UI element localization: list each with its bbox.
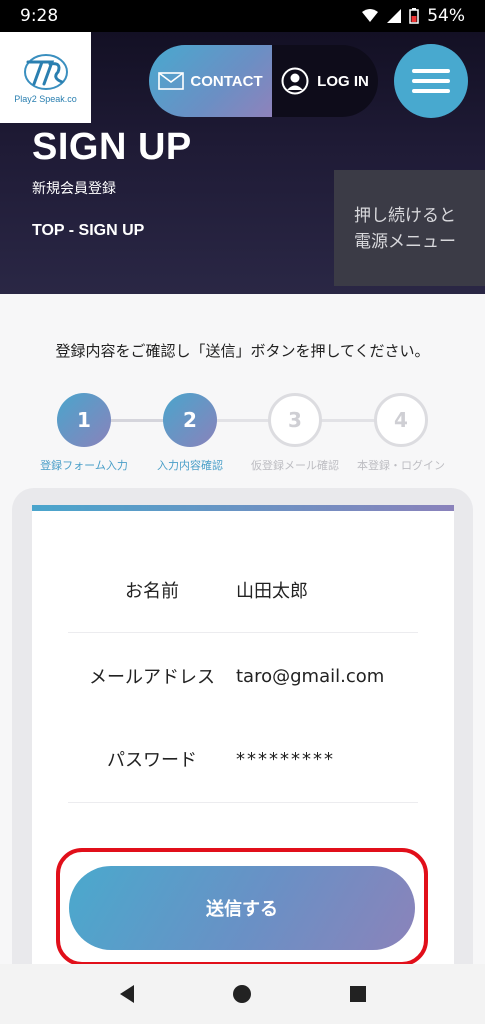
battery-icon	[409, 8, 419, 24]
step-2-label: 入力内容確認	[157, 459, 223, 472]
system-toast: 押し続けると 電源メニュー	[334, 170, 485, 286]
login-label: LOG IN	[317, 72, 369, 90]
mail-icon	[158, 72, 185, 90]
logo-caption: Play2 Speak.co	[14, 93, 77, 104]
row-divider	[68, 632, 418, 633]
card-accent-bar	[32, 505, 454, 511]
step-4: 4	[374, 393, 428, 447]
name-label: お名前	[125, 581, 179, 602]
status-bar: 9:28 54%	[0, 0, 485, 32]
name-row: お名前 山田太郎	[68, 577, 418, 603]
contact-label: CONTACT	[190, 72, 263, 90]
name-value: 山田太郎	[236, 581, 308, 602]
status-time: 9:28	[20, 6, 59, 26]
step-1: 1	[57, 393, 111, 447]
user-icon	[281, 67, 309, 95]
wifi-icon	[362, 9, 379, 22]
step-3-label: 仮登録メール確認	[251, 459, 339, 472]
email-row: メールアドレス taro@gmail.com	[68, 663, 418, 689]
toast-line-2: 電源メニュー	[354, 232, 456, 252]
recents-icon[interactable]	[349, 985, 367, 1003]
menu-button[interactable]	[394, 44, 468, 118]
hamburger-line	[412, 89, 450, 93]
login-button[interactable]: LOG IN	[272, 45, 378, 117]
row-divider	[68, 802, 418, 803]
toast-line-1: 押し続けると	[354, 206, 456, 226]
email-label: メールアドレス	[89, 667, 215, 688]
home-icon[interactable]	[232, 984, 252, 1004]
page-subtitle: 新規会員登録	[32, 181, 116, 197]
back-icon[interactable]	[118, 984, 136, 1004]
password-label: パスワード	[107, 750, 197, 771]
submit-button[interactable]: 送信する	[69, 866, 415, 950]
hamburger-line	[412, 79, 450, 83]
signal-icon	[387, 9, 402, 23]
breadcrumb[interactable]: TOP - SIGN UP	[32, 222, 144, 240]
password-value: *********	[236, 748, 335, 770]
step-4-label: 本登録・ログイン	[357, 459, 445, 472]
site-logo[interactable]: Play2 Speak.co	[0, 32, 91, 123]
system-nav-bar	[0, 964, 485, 1024]
password-row: パスワード *********	[68, 746, 418, 772]
page-title: SIGN UP	[32, 126, 192, 168]
contact-button[interactable]: CONTACT	[149, 45, 272, 117]
battery-level: 54%	[427, 6, 465, 26]
email-value: taro@gmail.com	[236, 665, 385, 687]
step-2: 2	[163, 393, 217, 447]
step-3: 3	[268, 393, 322, 447]
instruction-text: 登録内容をご確認し「送信」ボタンを押してください。	[55, 342, 430, 360]
step-1-label: 登録フォーム入力	[40, 459, 128, 472]
hamburger-icon	[412, 69, 450, 73]
logo-mark-icon	[23, 53, 68, 90]
status-icons: 54%	[361, 6, 465, 26]
